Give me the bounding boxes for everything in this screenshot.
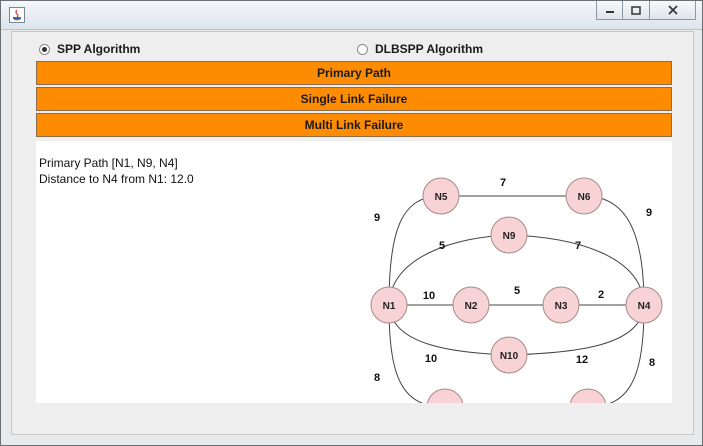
edge-weight-label: 9 [646,207,652,219]
radio-indicator[interactable] [357,43,368,55]
edge-weight-label: 12 [576,354,588,366]
node-n8: N8 [569,388,607,403]
node-n9: N9 [490,216,528,254]
node-n1: N1 [370,286,408,324]
node-circle [569,388,607,403]
edge-weight-label: 2 [598,289,604,301]
edge-weight-label: 7 [500,177,506,189]
multi-link-failure-button[interactable]: Multi Link Failure [36,113,672,137]
dlbspp-algorithm-label: DLBSPP Algorithm [375,42,484,56]
main-panel: SPP Algorithm DLBSPP Algorithm Primary P… [11,31,694,435]
edge-n1-n9 [388,234,510,306]
node-label: N5 [435,192,448,203]
node-circle [426,388,464,403]
node-n3: N3 [542,286,580,324]
close-icon [667,5,678,15]
node-label: N6 [578,192,591,203]
node-label: N9 [503,231,516,242]
node-label: N2 [465,301,478,312]
edge-weight-label: 5 [439,240,445,252]
edge-weight-label: 8 [649,357,655,369]
window-controls [596,1,696,21]
dlbspp-algorithm-radio[interactable]: DLBSPP Algorithm [357,40,483,58]
edge-weight-label: 5 [514,285,520,297]
close-button[interactable] [650,1,696,20]
maximize-icon [631,5,641,15]
node-n5: N5 [422,177,460,215]
edge-weight-label: 10 [425,353,437,365]
node-label: N4 [638,301,651,312]
single-link-failure-button[interactable]: Single Link Failure [36,87,672,111]
node-n10: N10 [490,336,528,374]
primary-path-button[interactable]: Primary Path [36,61,672,85]
node-label: N1 [383,301,396,312]
node-n4: N4 [625,286,663,324]
network-graph: 7995710521012889 N1N2N3N4N5N6N7N8N9N10 [370,177,663,403]
node-label: N3 [555,301,568,312]
app-window: SPP Algorithm DLBSPP Algorithm Primary P… [0,0,703,446]
title-bar[interactable] [1,1,702,30]
edge-n6-n4 [583,195,645,306]
edge-weight-label: 10 [423,290,435,302]
node-n2: N2 [452,286,490,324]
java-app-icon [9,7,25,23]
result-panel: Primary Path [N1, N9, N4] Distance to N4… [36,141,672,403]
edge-weight-label: 9 [374,212,380,224]
maximize-button[interactable] [623,1,650,20]
node-n7: N7 [426,388,464,403]
edge-weight-label: 7 [575,240,581,252]
edge-weight-label: 8 [374,372,380,384]
node-n6: N6 [565,177,603,215]
radio-indicator[interactable] [39,43,50,55]
edge-n1-n10 [388,304,510,356]
minimize-button[interactable] [596,1,623,20]
spp-algorithm-radio[interactable]: SPP Algorithm [39,40,140,58]
minimize-icon [605,11,614,13]
spp-algorithm-label: SPP Algorithm [57,42,141,56]
node-label: N10 [500,351,519,362]
